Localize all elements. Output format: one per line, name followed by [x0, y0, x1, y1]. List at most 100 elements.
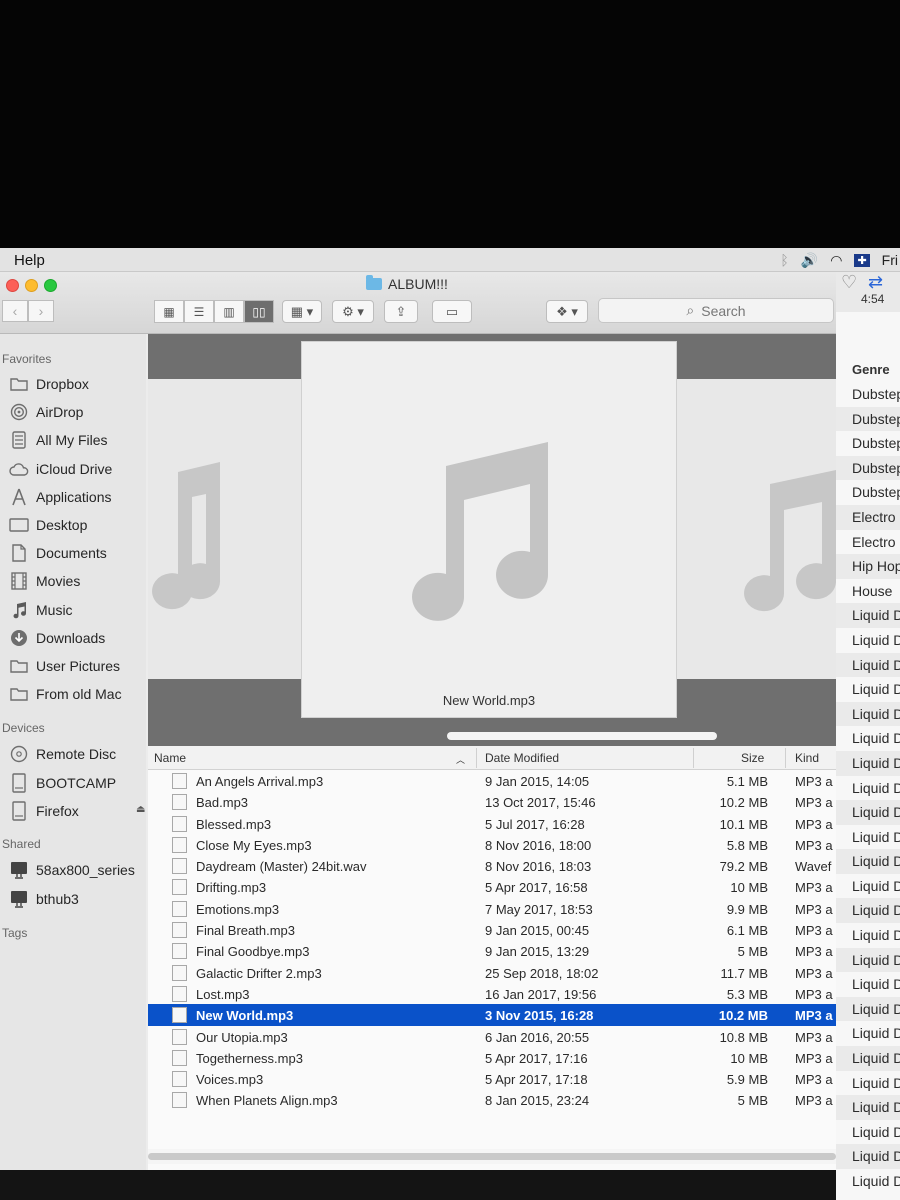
- arrange-button[interactable]: ▦ ▾: [282, 300, 322, 323]
- sidebar-item-airdrop[interactable]: AirDrop: [8, 400, 146, 424]
- genre-cell[interactable]: Liquid D: [836, 874, 900, 899]
- genre-cell[interactable]: Dubstep: [836, 406, 900, 432]
- back-button[interactable]: ‹: [2, 300, 28, 322]
- genre-cell[interactable]: Liquid D: [836, 628, 900, 653]
- sidebar-item-dropbox[interactable]: Dropbox: [8, 372, 146, 396]
- scroll-thumb[interactable]: [148, 1153, 836, 1160]
- icon-view-button[interactable]: ▦: [154, 300, 184, 323]
- genre-cell[interactable]: Liquid D: [836, 923, 900, 948]
- menu-help[interactable]: Help: [14, 252, 45, 269]
- sidebar-item-58ax800-series[interactable]: 58ax800_series: [8, 858, 146, 882]
- sidebar-item-movies[interactable]: Movies: [8, 569, 146, 593]
- table-row[interactable]: Final Breath.mp3 9 Jan 2015, 00:45 6.1 MB M…: [148, 919, 836, 940]
- column-header-name[interactable]: Name: [154, 751, 186, 765]
- cover-flow-view-button[interactable]: ▯▯: [244, 300, 274, 323]
- tags-button[interactable]: ▭: [432, 300, 472, 323]
- bluetooth-icon[interactable]: ᛒ: [780, 252, 788, 268]
- genre-cell[interactable]: Dubstep: [836, 382, 900, 407]
- table-row[interactable]: Galactic Drifter 2.mp3 25 Sep 2018, 18:02…: [148, 962, 836, 983]
- genre-cell[interactable]: Electro: [836, 504, 900, 530]
- volume-icon[interactable]: 🔊: [801, 252, 818, 269]
- genre-cell[interactable]: Liquid D: [836, 1046, 900, 1071]
- genre-cell[interactable]: Liquid D: [836, 776, 900, 801]
- genre-cell[interactable]: Liquid D: [836, 1120, 900, 1145]
- repeat-icon[interactable]: ⇄: [868, 272, 883, 293]
- wifi-icon[interactable]: ◠: [830, 252, 842, 269]
- sidebar-item-bthub3[interactable]: bthub3: [8, 887, 146, 911]
- genre-cell[interactable]: Dubstep: [836, 480, 900, 505]
- genre-cell[interactable]: Liquid D: [836, 750, 900, 776]
- close-window-button[interactable]: [6, 279, 19, 292]
- genre-cell[interactable]: Liquid D: [836, 800, 900, 825]
- genre-cell[interactable]: Liquid D: [836, 701, 900, 727]
- genre-cell[interactable]: Hip Hop: [836, 554, 900, 579]
- list-horizontal-scrollbar[interactable]: [148, 1149, 836, 1164]
- genre-cell[interactable]: Liquid D: [836, 1095, 900, 1120]
- genre-cell[interactable]: Liquid D: [836, 1169, 900, 1194]
- column-divider[interactable]: [693, 748, 694, 768]
- table-row[interactable]: Drifting.mp3 5 Apr 2017, 16:58 10 MB MP3 a: [148, 876, 836, 897]
- sidebar-item-documents[interactable]: Documents: [8, 541, 146, 565]
- sidebar-item-from-old-mac[interactable]: From old Mac: [8, 682, 146, 706]
- genre-cell[interactable]: Liquid D: [836, 677, 900, 702]
- table-row[interactable]: Final Goodbye.mp3 9 Jan 2015, 13:29 5 MB MP…: [148, 940, 836, 961]
- menu-clock[interactable]: Fri: [882, 252, 898, 268]
- genre-cell[interactable]: Liquid D: [836, 898, 900, 924]
- genre-cell[interactable]: Liquid D: [836, 1071, 900, 1096]
- genre-cell[interactable]: Liquid D: [836, 1144, 900, 1169]
- minimize-window-button[interactable]: [25, 279, 38, 292]
- forward-button[interactable]: ›: [28, 300, 54, 322]
- sidebar-item-music[interactable]: Music: [8, 598, 146, 622]
- table-row[interactable]: When Planets Align.mp3 8 Jan 2015, 23:24 5…: [148, 1089, 836, 1110]
- share-button[interactable]: ⇪: [384, 300, 418, 323]
- table-row[interactable]: Voices.mp3 5 Apr 2017, 17:18 5.9 MB MP3 a: [148, 1068, 836, 1089]
- sidebar-item-applications[interactable]: Applications: [8, 485, 146, 509]
- genre-cell[interactable]: Liquid D: [836, 825, 900, 850]
- table-row[interactable]: Daydream (Master) 24bit.wav 8 Nov 2016, 1…: [148, 855, 836, 876]
- cover-flow-scrollbar[interactable]: [447, 732, 717, 740]
- genre-cell[interactable]: Liquid D: [836, 996, 900, 1022]
- sidebar-item-downloads[interactable]: Downloads: [8, 626, 146, 650]
- eject-icon[interactable]: ⏏: [136, 804, 145, 815]
- sidebar-item-remote-disc[interactable]: Remote Disc: [8, 742, 146, 766]
- genre-cell[interactable]: Dubstep: [836, 455, 900, 481]
- column-view-button[interactable]: ▥: [214, 300, 244, 323]
- table-row[interactable]: Our Utopia.mp3 6 Jan 2016, 20:55 10.8 MB MP…: [148, 1026, 836, 1047]
- heart-icon[interactable]: ♡: [841, 272, 857, 293]
- sidebar-item-desktop[interactable]: Desktop: [8, 513, 146, 537]
- dropbox-button[interactable]: ❖ ▾: [546, 300, 588, 323]
- column-header-size[interactable]: Size: [741, 751, 764, 765]
- selected-cover[interactable]: New World.mp3: [301, 341, 677, 718]
- genre-cell[interactable]: Liquid D: [836, 652, 900, 678]
- genre-cell[interactable]: Liquid D: [836, 947, 900, 973]
- genre-cell[interactable]: Liquid D: [836, 726, 900, 751]
- action-button[interactable]: ⚙ ▾: [332, 300, 374, 323]
- column-header-kind[interactable]: Kind: [795, 751, 819, 765]
- genre-cell[interactable]: Electro: [836, 530, 900, 555]
- table-row[interactable]: Close My Eyes.mp3 8 Nov 2016, 18:00 5.8 MB…: [148, 834, 836, 855]
- column-header-date[interactable]: Date Modified: [485, 751, 559, 765]
- sidebar-item-user-pictures[interactable]: User Pictures: [8, 654, 146, 678]
- table-row[interactable]: Emotions.mp3 7 May 2017, 18:53 9.9 MB MP3 a: [148, 898, 836, 919]
- sidebar-item-bootcamp[interactable]: BOOTCAMP: [8, 771, 146, 795]
- sidebar-item-all-my-files[interactable]: All My Files: [8, 428, 146, 452]
- column-divider[interactable]: [476, 748, 477, 768]
- genre-cell[interactable]: Liquid D: [836, 1021, 900, 1046]
- zoom-window-button[interactable]: [44, 279, 57, 292]
- cover-flow-preview[interactable]: New World.mp3: [148, 334, 836, 746]
- genre-column-header[interactable]: Genre: [852, 362, 890, 377]
- search-field[interactable]: ⌕ Search: [598, 298, 834, 323]
- column-divider[interactable]: [785, 748, 786, 768]
- table-row[interactable]: An Angels Arrival.mp3 9 Jan 2015, 14:05 5.…: [148, 770, 836, 791]
- genre-cell[interactable]: Dubstep: [836, 431, 900, 456]
- uk-flag-icon[interactable]: ✚: [854, 253, 870, 267]
- list-view-button[interactable]: ☰: [184, 300, 214, 323]
- genre-cell[interactable]: Liquid D: [836, 972, 900, 997]
- genre-cell[interactable]: Liquid D: [836, 603, 900, 628]
- genre-cell[interactable]: Liquid D: [836, 849, 900, 874]
- genre-cell[interactable]: House: [836, 579, 900, 604]
- table-row[interactable]: Blessed.mp3 5 Jul 2017, 16:28 10.1 MB MP3 a: [148, 813, 836, 834]
- table-row[interactable]: New World.mp3 3 Nov 2015, 16:28 10.2 MB MP3…: [148, 1004, 836, 1026]
- table-row[interactable]: Togetherness.mp3 5 Apr 2017, 17:16 10 MB MP…: [148, 1047, 836, 1068]
- table-row[interactable]: Bad.mp3 13 Oct 2017, 15:46 10.2 MB MP3 a: [148, 791, 836, 812]
